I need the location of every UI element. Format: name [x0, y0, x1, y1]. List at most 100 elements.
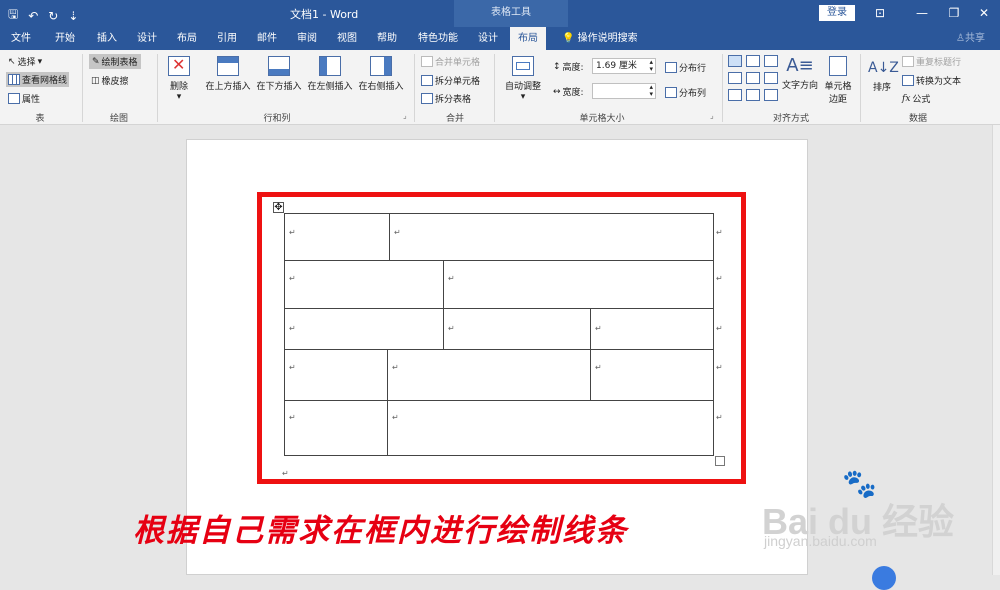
insert-right-button[interactable]: 在右侧插入	[356, 56, 406, 92]
watermark-url: jingyan.baidu.com	[764, 533, 877, 549]
undo-icon[interactable]: ↶	[28, 9, 38, 23]
distribute-cols-icon	[665, 87, 677, 98]
distribute-cols-button[interactable]: 分布列	[665, 86, 706, 99]
group-separator	[157, 54, 158, 122]
spinner-icon[interactable]: ▴ ▾	[649, 59, 653, 73]
autofit-label: 自动调整	[504, 82, 541, 92]
align-top-center-icon[interactable]	[746, 55, 760, 67]
align-center-right-icon[interactable]	[764, 72, 778, 84]
insert-above-button[interactable]: 在上方插入	[203, 56, 253, 92]
view-gridlines-button[interactable]: 查看网格线	[6, 72, 70, 87]
customize-qat-icon[interactable]: ⇣	[68, 9, 78, 23]
pencil-icon: ✎	[92, 56, 100, 67]
align-center-icon[interactable]	[746, 72, 760, 84]
close-icon[interactable]: ✕	[974, 3, 994, 23]
table-cell[interactable]	[284, 349, 388, 401]
table-cell[interactable]	[284, 260, 444, 309]
align-center-left-icon[interactable]	[728, 72, 742, 84]
distribute-rows-button[interactable]: 分布行	[665, 61, 706, 74]
formula-button[interactable]: fx 公式	[902, 92, 930, 106]
tab-review[interactable]: 审阅	[290, 27, 324, 50]
dialog-launcher-icon[interactable]: ⌟	[710, 111, 714, 120]
table-cell[interactable]	[284, 308, 444, 350]
tab-references[interactable]: 引用	[210, 27, 244, 50]
row-end-mark: ↵	[716, 363, 723, 372]
chevron-down-icon: ▾	[176, 92, 182, 102]
insert-left-button[interactable]: 在左侧插入	[305, 56, 355, 92]
login-button[interactable]: 登录	[819, 5, 855, 21]
tab-table-layout[interactable]: 布局	[510, 27, 546, 50]
table-cell[interactable]	[590, 349, 714, 401]
align-bottom-left-icon[interactable]	[728, 89, 742, 101]
align-bottom-center-icon[interactable]	[746, 89, 760, 101]
width-input[interactable]: ▴ ▾	[592, 83, 656, 99]
insert-right-icon	[370, 56, 392, 76]
tab-view[interactable]: 视图	[330, 27, 364, 50]
insert-below-button[interactable]: 在下方插入	[254, 56, 304, 92]
autofit-button[interactable]: 自动调整 ▾	[500, 56, 546, 102]
cell-end-mark: ↵	[289, 228, 296, 237]
delete-button[interactable]: ✕ 删除 ▾	[164, 55, 194, 102]
properties-button[interactable]: 属性	[8, 92, 40, 105]
split-cells-button[interactable]: 拆分单元格	[421, 74, 480, 87]
properties-label: 属性	[22, 95, 41, 105]
properties-icon	[8, 93, 20, 104]
floating-assistant-icon[interactable]	[872, 566, 896, 590]
draw-table-button[interactable]: ✎ 绘制表格	[89, 54, 141, 69]
table-cell[interactable]	[284, 400, 388, 456]
table-cell[interactable]	[387, 349, 591, 401]
tab-mailings[interactable]: 邮件	[250, 27, 284, 50]
vertical-scrollbar[interactable]	[992, 125, 1000, 575]
table-cell[interactable]	[284, 213, 390, 261]
save-icon[interactable]: 🖫	[8, 5, 18, 26]
table-cell[interactable]	[590, 308, 714, 350]
tab-special-features[interactable]: 特色功能	[412, 27, 464, 50]
table-cell[interactable]	[387, 400, 714, 456]
tab-design[interactable]: 设计	[130, 27, 164, 50]
width-icon: ↔	[553, 86, 561, 97]
align-top-left-icon[interactable]	[728, 55, 742, 67]
redo-icon[interactable]: ↻	[48, 9, 58, 23]
merge-cells-button[interactable]: 合并单元格	[421, 55, 480, 68]
tab-file[interactable]: 文件	[4, 27, 38, 50]
table-cell[interactable]	[443, 260, 714, 309]
sort-button[interactable]: A↓Z 排序	[868, 56, 899, 93]
select-button[interactable]: ↖ 选择 ▾	[8, 55, 42, 69]
tab-table-design[interactable]: 设计	[470, 27, 506, 50]
share-button[interactable]: ♙共享	[956, 27, 985, 50]
align-top-right-icon[interactable]	[764, 55, 778, 67]
tab-home[interactable]: 开始	[48, 27, 82, 50]
distribute-rows-icon	[665, 62, 677, 73]
restore-icon[interactable]: ❐	[944, 3, 964, 23]
chevron-down-icon: ▾	[520, 92, 526, 102]
split-table-button[interactable]: 拆分表格	[421, 92, 471, 105]
table-cell[interactable]	[443, 308, 591, 350]
eraser-button[interactable]: ◫ 橡皮擦	[91, 74, 129, 88]
paragraph-mark: ↵	[282, 469, 289, 478]
group-label-data: 数据	[908, 114, 927, 124]
tab-help[interactable]: 帮助	[370, 27, 404, 50]
table-resize-handle[interactable]	[715, 456, 725, 466]
repeat-header-label: 重复标题行	[916, 58, 962, 68]
align-bottom-right-icon[interactable]	[764, 89, 778, 101]
table-cell[interactable]	[389, 213, 714, 261]
height-input[interactable]: 1.69 厘米 ▴ ▾	[592, 58, 656, 74]
minimize-icon[interactable]: —	[912, 3, 932, 23]
tab-insert[interactable]: 插入	[90, 27, 124, 50]
tell-me-search[interactable]: 💡 操作说明搜索	[562, 27, 638, 50]
distribute-rows-label: 分布行	[679, 64, 707, 74]
group-separator	[494, 54, 495, 122]
table-move-handle[interactable]: ✥	[273, 202, 284, 213]
insert-left-label: 在左侧插入	[307, 82, 353, 92]
spinner-icon[interactable]: ▴ ▾	[649, 84, 653, 98]
insert-right-label: 在右侧插入	[358, 82, 404, 92]
dialog-launcher-icon[interactable]: ⌟	[403, 111, 407, 120]
cell-margins-button[interactable]: 单元格 边距	[822, 56, 854, 105]
tab-page-layout[interactable]: 布局	[170, 27, 204, 50]
convert-to-text-button[interactable]: 转换为文本	[902, 74, 961, 87]
ribbon-display-options-icon[interactable]: ⊡	[870, 3, 890, 23]
repeat-header-button[interactable]: 重复标题行	[902, 55, 961, 68]
group-label-draw: 绘图	[109, 114, 128, 124]
cell-end-mark: ↵	[289, 324, 296, 333]
text-direction-button[interactable]: A≡ 文字方向	[780, 54, 820, 91]
